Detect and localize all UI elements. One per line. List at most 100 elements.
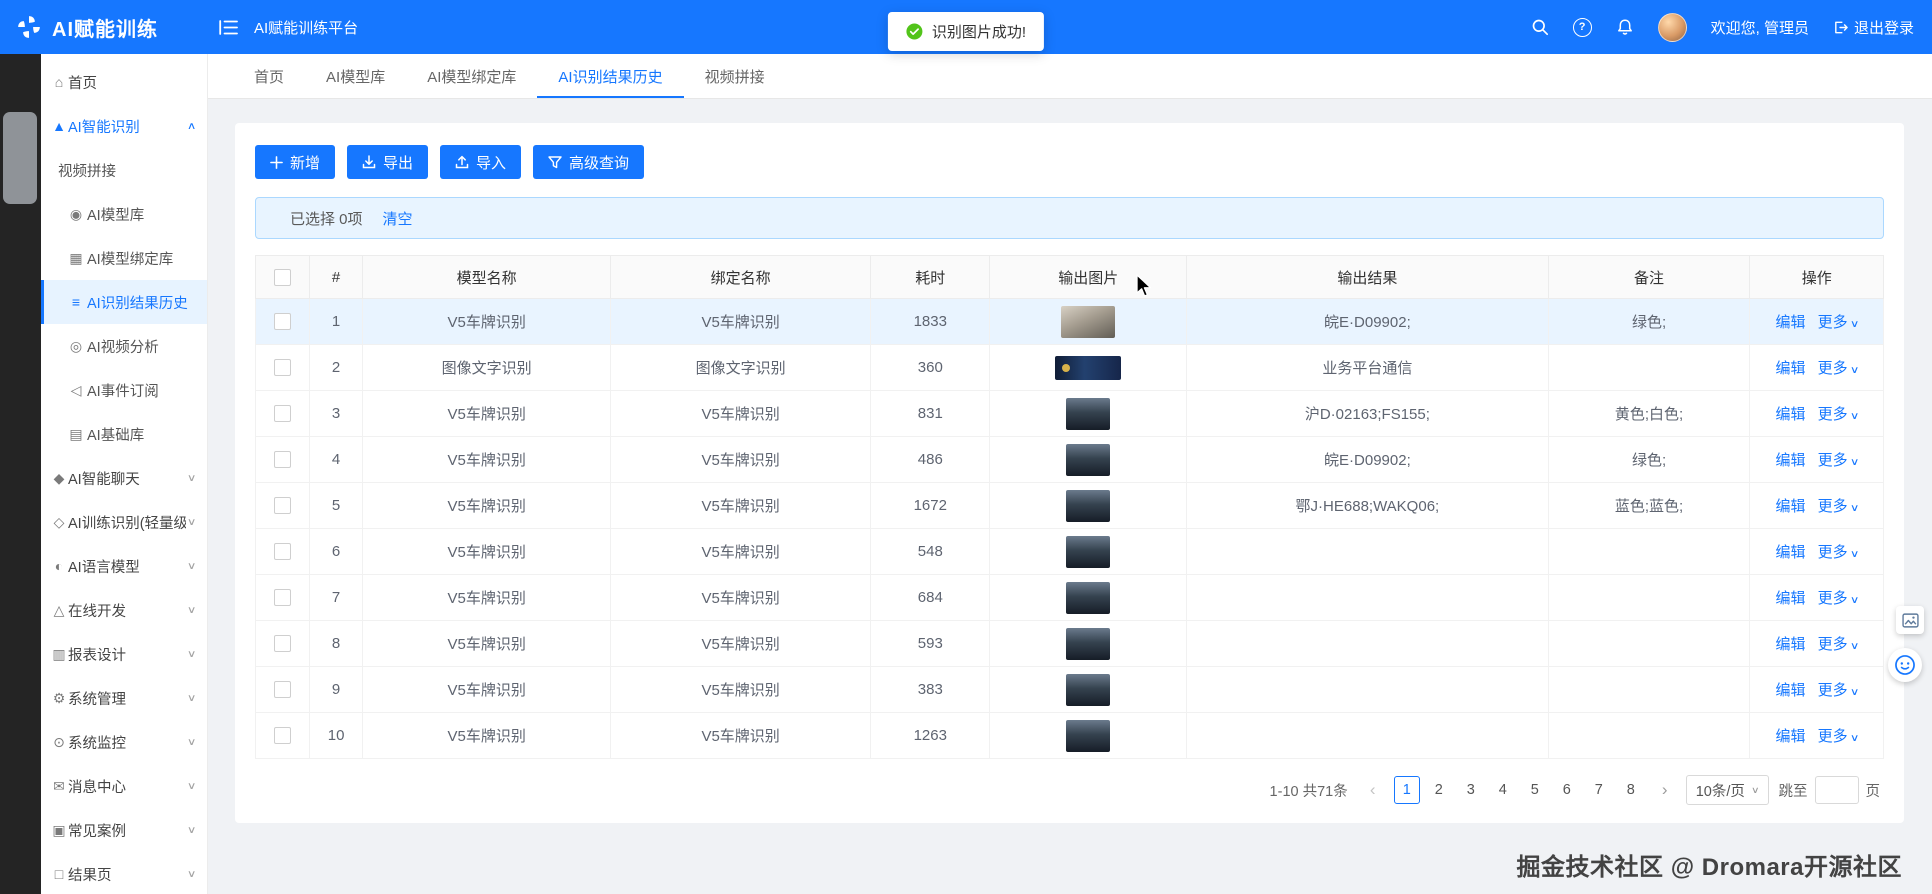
row-checkbox[interactable] xyxy=(273,405,291,423)
bell-icon[interactable] xyxy=(1616,18,1634,36)
row-checkbox[interactable] xyxy=(273,727,291,745)
search-icon[interactable] xyxy=(1531,18,1549,36)
clear-selection-link[interactable]: 清空 xyxy=(383,208,413,229)
more-button[interactable]: 更多 ∨ xyxy=(1818,636,1859,653)
output-image-thumbnail[interactable] xyxy=(1061,305,1116,338)
output-image-thumbnail[interactable] xyxy=(1055,355,1122,380)
sidebar-item-system-management[interactable]: ⚙ 系统管理 ∨ xyxy=(41,676,207,720)
help-icon[interactable]: ? xyxy=(1572,17,1592,37)
table-row[interactable]: 9 V5车牌识别 V5车牌识别 383 编辑 更多 ∨ xyxy=(255,666,1884,713)
table-row[interactable]: 3 V5车牌识别 V5车牌识别 831 沪D·02163;FS155; 黄色;白色; 编辑更… xyxy=(255,390,1884,437)
more-button[interactable]: 更多 ∨ xyxy=(1818,360,1859,377)
sidebar-subitem-ai-event-subscription[interactable]: ◁ AI事件订阅 xyxy=(41,368,207,412)
jump-page-input[interactable] xyxy=(1814,776,1859,804)
sidebar-item-message-center[interactable]: ✉ 消息中心 ∨ xyxy=(41,764,207,808)
tab-home[interactable]: 首页 xyxy=(233,54,305,98)
sidebar-item-online-dev[interactable]: △ 在线开发 ∨ xyxy=(41,588,207,632)
more-button[interactable]: 更多 ∨ xyxy=(1818,452,1859,469)
sidebar-collapse-icon[interactable] xyxy=(215,15,242,40)
table-row[interactable]: 4 V5车牌识别 V5车牌识别 486 皖E·D09902; 绿色; 编辑 更多 ∨ xyxy=(255,436,1884,483)
table-row[interactable]: 5 V5车牌识别 V5车牌识别 1672 鄂J·HE688;WAKQ06; 蓝色;蓝色; 编… xyxy=(255,482,1884,529)
page-button-6[interactable]: 6 xyxy=(1554,776,1580,804)
table-row[interactable]: 2 图像文字识别 图像文字识别 360 业务平台通信 编辑 更多 ∨ xyxy=(255,344,1884,391)
page-button-3[interactable]: 3 xyxy=(1458,776,1484,804)
sidebar-subitem-ai-video-analysis[interactable]: ◎ AI视频分析 xyxy=(41,324,207,368)
output-image-thumbnail[interactable] xyxy=(1066,443,1111,476)
row-checkbox[interactable] xyxy=(273,543,291,561)
sidebar-item-report-design[interactable]: ▥ 报表设计 ∨ xyxy=(41,632,207,676)
sidebar-subitem-ai-model-binding-library[interactable]: ▦ AI模型绑定库 xyxy=(41,236,207,280)
edit-button[interactable]: 编辑 xyxy=(1776,406,1806,423)
import-button[interactable]: 导入 xyxy=(440,145,522,179)
select-all-checkbox[interactable] xyxy=(273,268,291,286)
sidebar-item-common-cases[interactable]: ▣ 常见案例 ∨ xyxy=(41,808,207,852)
table-row[interactable]: 7 V5车牌识别 V5车牌识别 684 编辑 更多 ∨ xyxy=(255,574,1884,621)
page-button-5[interactable]: 5 xyxy=(1522,776,1548,804)
more-button[interactable]: 更多 ∨ xyxy=(1818,728,1859,745)
edit-button[interactable]: 编辑 xyxy=(1776,498,1806,515)
float-image-tool-button[interactable] xyxy=(1896,606,1924,634)
row-checkbox[interactable] xyxy=(273,497,291,515)
output-image-thumbnail[interactable] xyxy=(1066,489,1111,522)
sidebar-item-ai-training-light[interactable]: ◇ AI训练识别(轻量级) ∨ xyxy=(41,500,207,544)
row-checkbox[interactable] xyxy=(273,681,291,699)
edit-button[interactable]: 编辑 xyxy=(1776,314,1806,331)
output-image-thumbnail[interactable] xyxy=(1066,397,1111,430)
edit-button[interactable]: 编辑 xyxy=(1776,682,1806,699)
edit-button[interactable]: 编辑 xyxy=(1776,544,1806,561)
float-assistant-button[interactable] xyxy=(1888,648,1922,682)
more-button[interactable]: 更多 ∨ xyxy=(1818,544,1859,561)
tab-ai-model-library[interactable]: AI模型库 xyxy=(305,54,406,98)
output-image-thumbnail[interactable] xyxy=(1066,535,1111,568)
output-image-thumbnail[interactable] xyxy=(1066,627,1111,660)
edit-button[interactable]: 编辑 xyxy=(1776,452,1806,469)
row-checkbox[interactable] xyxy=(273,451,291,469)
sidebar-subitem-ai-base-library[interactable]: ▤ AI基础库 xyxy=(41,412,207,456)
sidebar-subitem-video-stitching[interactable]: 视频拼接 xyxy=(41,148,207,192)
rail-scroll-thumb[interactable] xyxy=(3,112,37,204)
edit-button[interactable]: 编辑 xyxy=(1776,636,1806,653)
avatar[interactable] xyxy=(1657,12,1687,42)
sidebar-item-ai-recognition[interactable]: ▲ AI智能识别 ∧ xyxy=(41,104,207,148)
row-checkbox[interactable] xyxy=(273,589,291,607)
page-size-select[interactable]: 10条/页 ∨ xyxy=(1685,775,1769,805)
sidebar-item-ai-language-model[interactable]: ◐ AI语言模型 ∨ xyxy=(41,544,207,588)
table-row[interactable]: 8 V5车牌识别 V5车牌识别 593 编辑 更多 ∨ xyxy=(255,620,1884,667)
row-checkbox[interactable] xyxy=(273,313,291,331)
sidebar-subitem-ai-result-history[interactable]: ≡ AI识别结果历史 xyxy=(41,280,207,324)
sidebar-subitem-ai-model-library[interactable]: ◉ AI模型库 xyxy=(41,192,207,236)
more-button[interactable]: 更多 ∨ xyxy=(1818,314,1859,331)
more-button[interactable]: 更多 ∨ xyxy=(1818,406,1859,423)
next-page-button[interactable]: › xyxy=(1654,776,1676,804)
sidebar-item-home[interactable]: ⌂ 首页 xyxy=(41,60,207,104)
table-row[interactable]: 6 V5车牌识别 V5车牌识别 548 编辑 更多 ∨ xyxy=(255,528,1884,575)
sidebar-item-system-monitor[interactable]: ⊙ 系统监控 ∨ xyxy=(41,720,207,764)
export-button[interactable]: 导出 xyxy=(347,145,429,179)
output-image-thumbnail[interactable] xyxy=(1066,581,1111,614)
edit-button[interactable]: 编辑 xyxy=(1776,360,1806,377)
add-button[interactable]: 新增 xyxy=(255,145,336,179)
page-button-1[interactable]: 1 xyxy=(1393,776,1420,804)
more-button[interactable]: 更多 ∨ xyxy=(1818,498,1859,515)
edit-button[interactable]: 编辑 xyxy=(1776,728,1806,745)
row-checkbox[interactable] xyxy=(273,635,291,653)
page-button-8[interactable]: 8 xyxy=(1618,776,1644,804)
page-button-7[interactable]: 7 xyxy=(1586,776,1612,804)
more-button[interactable]: 更多 ∨ xyxy=(1818,590,1859,607)
output-image-thumbnail[interactable] xyxy=(1066,673,1111,706)
prev-page-button[interactable]: ‹ xyxy=(1362,776,1384,804)
sidebar-item-ai-chat[interactable]: ◆ AI智能聊天 ∨ xyxy=(41,456,207,500)
tab-ai-result-history[interactable]: AI识别结果历史 xyxy=(537,54,684,98)
row-checkbox[interactable] xyxy=(273,359,291,377)
tab-video-stitching[interactable]: 视频拼接 xyxy=(684,54,786,98)
page-button-2[interactable]: 2 xyxy=(1426,776,1452,804)
table-row[interactable]: 10 V5车牌识别 V5车牌识别 1263 编辑 更多 ∨ xyxy=(255,712,1884,759)
brand[interactable]: AI赋能训练 xyxy=(0,13,207,42)
output-image-thumbnail[interactable] xyxy=(1066,719,1111,752)
advanced-query-button[interactable]: 高级查询 xyxy=(533,145,645,179)
edit-button[interactable]: 编辑 xyxy=(1776,590,1806,607)
page-button-4[interactable]: 4 xyxy=(1490,776,1516,804)
sidebar-item-result-page[interactable]: □ 结果页 ∨ xyxy=(41,852,207,894)
tab-ai-model-binding-library[interactable]: AI模型绑定库 xyxy=(406,54,537,98)
table-row[interactable]: 1 V5车牌识别 V5车牌识别 1833 皖E·D09902; 绿色; 编辑 更多 ∨ xyxy=(255,298,1884,345)
